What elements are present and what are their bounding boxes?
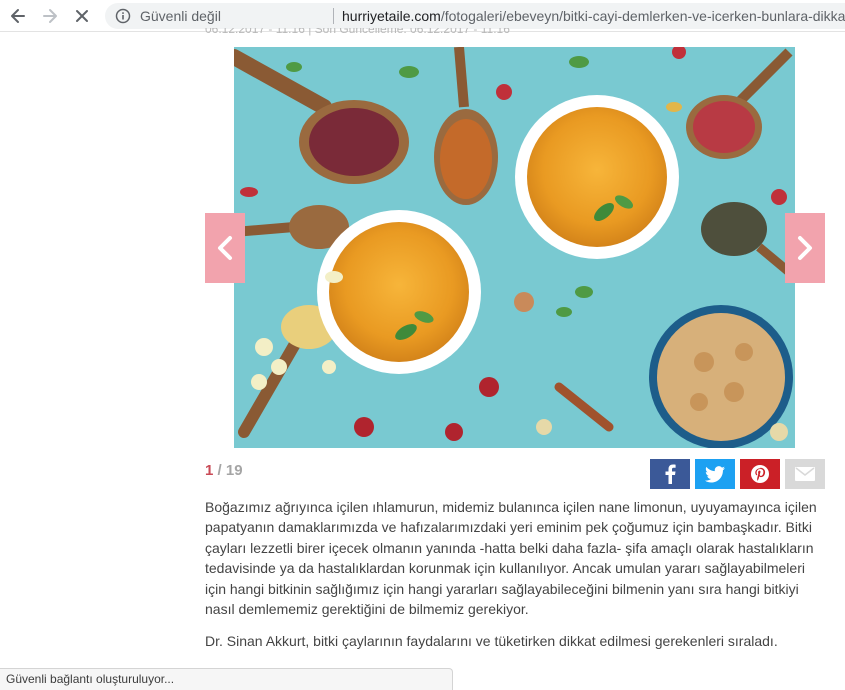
- facebook-icon: [665, 464, 676, 484]
- close-icon: [76, 10, 88, 22]
- counter-current: 1: [205, 462, 214, 479]
- security-label[interactable]: Güvenli değil: [140, 8, 221, 24]
- share-twitter-button[interactable]: [695, 459, 735, 489]
- date-line: 06.12.2017 - 11:16 | Son Güncelleme: 06.…: [205, 28, 510, 38]
- previous-image-button[interactable]: [205, 213, 245, 283]
- stop-loading-button[interactable]: [72, 6, 92, 26]
- next-image-button[interactable]: [785, 213, 825, 283]
- article-paragraph: Boğazımız ağrıyınca içilen ıhlamurun, mi…: [205, 499, 817, 618]
- chevron-left-icon: [218, 236, 232, 260]
- back-button[interactable]: [8, 6, 28, 26]
- twitter-icon: [705, 465, 725, 482]
- gallery-image: [234, 47, 795, 448]
- share-pinterest-button[interactable]: [740, 459, 780, 489]
- forward-button[interactable]: [40, 6, 60, 26]
- share-facebook-button[interactable]: [650, 459, 690, 489]
- gallery-counter: 1 / 19: [205, 462, 243, 479]
- address-bar[interactable]: Güvenli değil hurriyetaile.com/fotogaler…: [105, 3, 845, 29]
- url-text[interactable]: hurriyetaile.com/fotogaleri/ebeveyn/bitk…: [342, 8, 845, 24]
- pinterest-icon: [751, 465, 769, 483]
- info-icon[interactable]: [115, 8, 131, 24]
- author-line: Dr. Sinan Akkurt, bitki çaylarının fayda…: [205, 633, 778, 649]
- arrow-left-icon: [11, 9, 25, 23]
- status-bar: Güvenli bağlantı oluşturuluyor...: [0, 668, 453, 690]
- mail-icon: [795, 467, 815, 481]
- arrow-right-icon: [43, 9, 57, 23]
- url-path: /fotogaleri/ebeveyn/bitki-cayi-demlerken…: [440, 8, 845, 24]
- url-host: hurriyetaile.com: [342, 8, 441, 24]
- chevron-right-icon: [798, 236, 812, 260]
- herbal-tea-photo: [234, 47, 795, 448]
- share-mail-button[interactable]: [785, 459, 825, 489]
- counter-total: / 19: [217, 462, 243, 479]
- omnibox-separator: [333, 8, 334, 24]
- date-line-text: 06.12.2017 - 11:16 | Son Güncelleme: 06.…: [205, 28, 510, 36]
